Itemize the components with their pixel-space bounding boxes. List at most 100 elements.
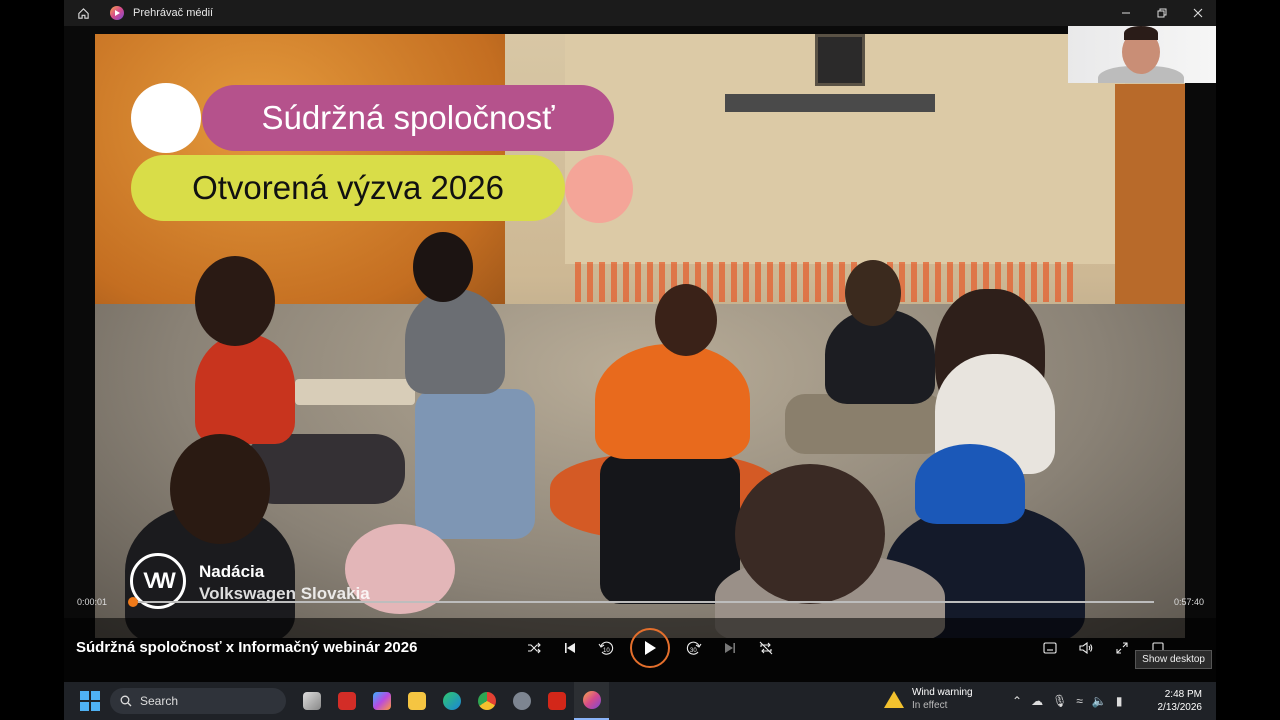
person-grey-shirt (405, 289, 505, 394)
play-icon (645, 641, 656, 655)
media-player-icon (110, 6, 124, 20)
person-orange-legs (600, 454, 740, 604)
shuffle-icon (528, 642, 541, 654)
taskbar: Search Wind warning In effect ⌃ ☁ 🎙 ≈ 🔈 … (64, 682, 1216, 720)
clock-date: 2/13/2026 (1157, 702, 1203, 713)
captions-button[interactable] (1032, 628, 1068, 668)
skip-forward-icon: 30 (686, 641, 702, 655)
person-orange-head (655, 284, 717, 356)
settings-button[interactable] (504, 682, 539, 720)
webcam-person-hair (1124, 26, 1158, 40)
chrome-icon (477, 692, 496, 710)
gear-icon (512, 692, 531, 710)
battery-icon[interactable]: ▮ (1116, 694, 1123, 708)
microphone-icon[interactable]: 🎙 (1052, 694, 1067, 708)
copilot-icon (372, 692, 391, 710)
volume-icon (1079, 642, 1093, 654)
building-window (815, 34, 865, 86)
video-area[interactable]: Súdržná spoločnosť Otvorená výzva 2026 V… (64, 26, 1216, 682)
close-icon (1193, 8, 1203, 18)
task-view-icon (302, 692, 321, 710)
media-player-taskbar-button[interactable] (574, 682, 609, 720)
wifi-icon[interactable]: ≈ (1076, 694, 1083, 708)
search-icon (120, 695, 132, 707)
media-title: Súdržná spoločnosť x Informačný webinár … (76, 639, 418, 656)
logo-text-nadacia: Nadácia (199, 562, 265, 581)
person-grey-legs (415, 389, 535, 539)
blue-cap (915, 444, 1025, 524)
volume-button[interactable] (1068, 628, 1104, 668)
previous-button[interactable] (552, 628, 588, 668)
previous-icon (565, 643, 575, 653)
small-table (295, 379, 415, 405)
webcam-preview[interactable] (1068, 26, 1216, 83)
expand-icon (1116, 642, 1128, 654)
overlay-subtitle-pill: Otvorená výzva 2026 (131, 155, 565, 221)
task-view-button[interactable] (294, 682, 329, 720)
home-icon (77, 7, 89, 19)
skip-forward-label: 30 (690, 648, 697, 654)
weather-title: Wind warning (912, 687, 973, 698)
skip-back-button[interactable]: 10 (588, 628, 624, 668)
speaker-icon[interactable]: 🔈 (1092, 694, 1107, 708)
onedrive-icon[interactable]: ☁ (1031, 694, 1043, 708)
folder-icon (407, 692, 426, 710)
window-controls (1108, 0, 1216, 26)
seek-thumb[interactable] (128, 597, 139, 607)
weather-status: In effect (912, 700, 948, 711)
pinned-apps (294, 682, 609, 720)
home-button[interactable] (64, 0, 102, 26)
chrome-button[interactable] (469, 682, 504, 720)
clock-time: 2:48 PM (1164, 689, 1202, 700)
skip-back-label: 10 (603, 648, 610, 654)
title-bar: Prehrávač médií (64, 0, 1216, 26)
transport-controls: 10 30 (516, 624, 784, 672)
total-duration: 0:57:40 (1173, 597, 1204, 607)
person-red-head (195, 256, 275, 346)
taskbar-search[interactable]: Search (110, 688, 286, 714)
roof-ledge (725, 94, 935, 112)
show-desktop-tooltip: Show desktop (1135, 650, 1212, 669)
repeat-off-icon (759, 641, 773, 655)
minimize-icon (1122, 12, 1130, 14)
repeat-button[interactable] (748, 628, 784, 668)
elapsed-time: 0:00:01 (77, 597, 108, 607)
person-left-head (170, 434, 270, 544)
clock[interactable]: 2:48 PM 2/13/2026 (1158, 688, 1203, 714)
right-wall (1115, 84, 1185, 314)
edge-icon (442, 692, 461, 710)
start-button[interactable] (80, 691, 100, 711)
person-red-shirt (195, 334, 295, 444)
next-button[interactable] (712, 628, 748, 668)
acrobat-button[interactable] (539, 682, 574, 720)
play-button[interactable] (630, 628, 670, 668)
acrobat-icon (547, 692, 566, 710)
pink-dot (565, 155, 633, 223)
close-button[interactable] (1180, 0, 1216, 26)
shuffle-button[interactable] (516, 628, 552, 668)
person-orange-sweater (595, 344, 750, 459)
edge-button[interactable] (434, 682, 469, 720)
minimize-button[interactable] (1108, 0, 1144, 26)
person-grey-head (413, 232, 473, 302)
maximize-button[interactable] (1144, 0, 1180, 26)
lastpass-icon (337, 692, 356, 710)
white-dot (131, 83, 201, 153)
weather-widget[interactable]: Wind warning In effect (884, 686, 973, 712)
media-player-icon (582, 691, 601, 709)
captions-icon (1043, 642, 1057, 654)
lastpass-button[interactable] (329, 682, 364, 720)
seek-bar[interactable] (128, 597, 1154, 607)
warning-icon (884, 690, 904, 708)
file-explorer-button[interactable] (399, 682, 434, 720)
skip-back-icon: 10 (598, 641, 614, 655)
person-black-head (845, 260, 901, 326)
next-icon (725, 643, 735, 653)
video-frame: Súdržná spoločnosť Otvorená výzva 2026 (95, 34, 1185, 638)
skip-forward-button[interactable]: 30 (676, 628, 712, 668)
person-foreground-head (735, 464, 885, 604)
overlay-title-pill: Súdržná spoločnosť (202, 85, 614, 151)
copilot-button[interactable] (364, 682, 399, 720)
restore-icon (1157, 8, 1167, 18)
chevron-up-icon[interactable]: ⌃ (1012, 694, 1022, 708)
